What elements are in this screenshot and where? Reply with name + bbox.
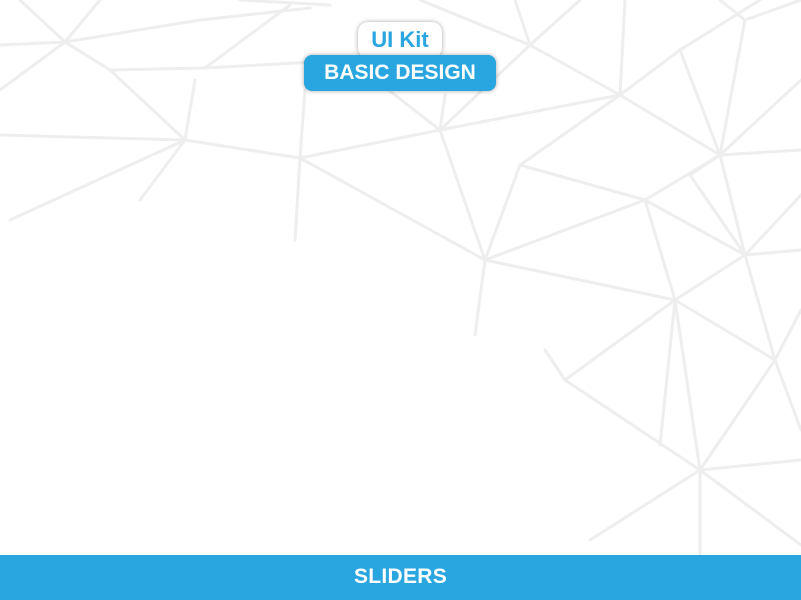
title-block: UI Kit BASIC DESIGN — [0, 22, 801, 94]
section-title: SLIDERS — [353, 565, 448, 588]
section-footer-bar: SLIDERS — [0, 555, 801, 600]
ui-kit-badge: UI Kit — [358, 22, 442, 58]
basic-design-banner: BASIC DESIGN — [304, 55, 496, 91]
